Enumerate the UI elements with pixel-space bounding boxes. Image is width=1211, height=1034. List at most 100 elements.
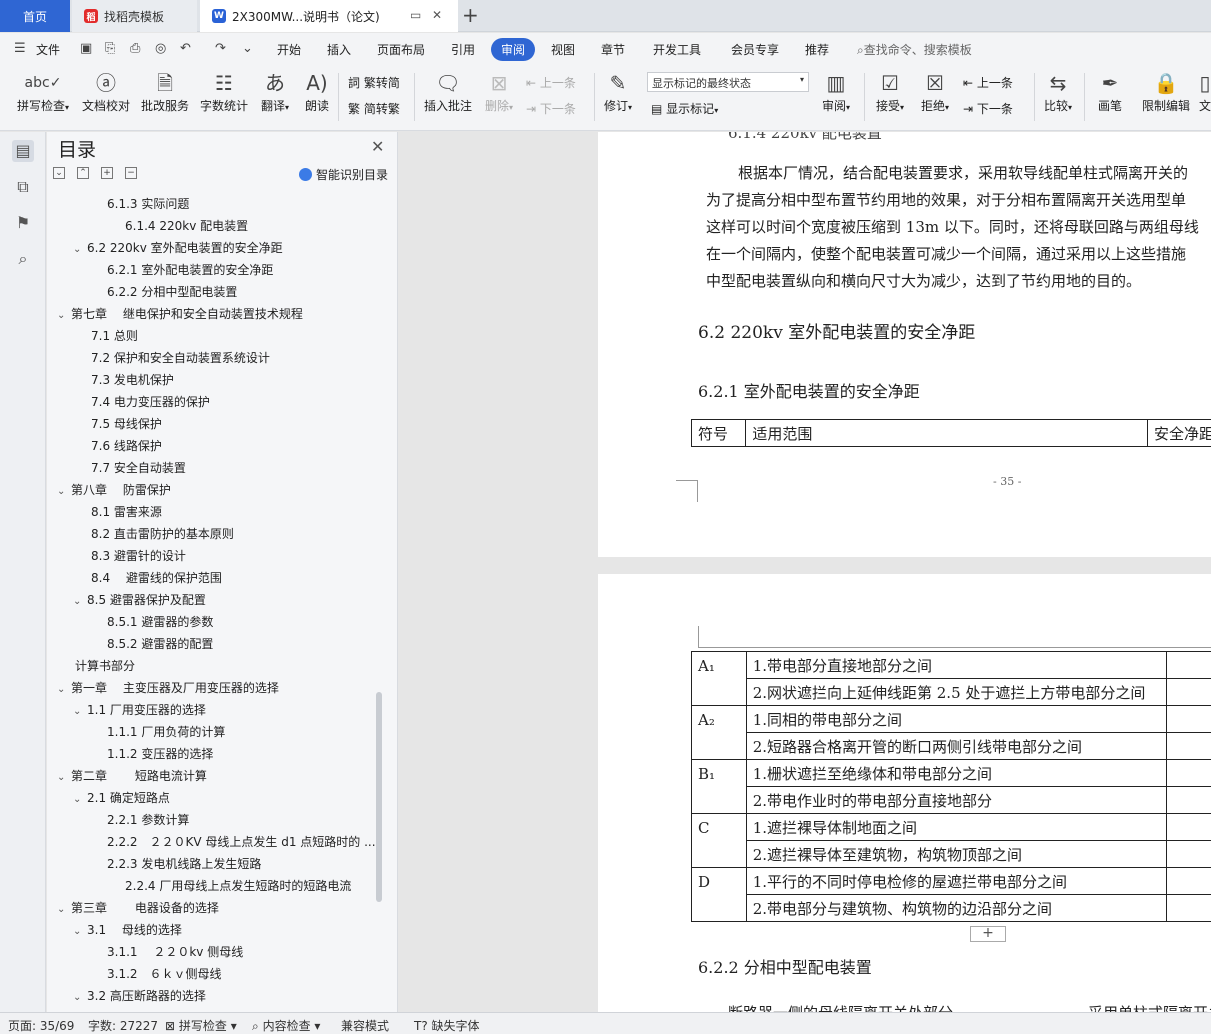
chevron-down-icon[interactable]: ⌄ xyxy=(73,926,87,937)
next-comment-button[interactable]: ⇥ 下一条 xyxy=(526,100,576,117)
word-count-indicator[interactable]: 字数: 27227 xyxy=(88,1017,158,1034)
toc-item[interactable]: 7.2 保护和安全自动装置系统设计 xyxy=(91,349,270,367)
spell-check-status[interactable]: ⊠ 拼写检查 ▾ xyxy=(165,1017,237,1034)
toc-item[interactable]: 6.1.4 220kv 配电装置 xyxy=(125,217,248,235)
delete-comment-button[interactable]: ⊠ 删除▾ xyxy=(482,69,516,114)
toc-item[interactable]: 7.1 总则 xyxy=(91,327,138,345)
prev-comment-button[interactable]: ⇤ 上一条 xyxy=(526,74,576,91)
menu-developer[interactable]: 开发工具 xyxy=(653,41,701,58)
export-pdf-icon[interactable]: ⎘ xyxy=(105,41,115,56)
add-row-button[interactable]: + xyxy=(970,926,1006,942)
toc-item[interactable]: 7.6 线路保护 xyxy=(91,437,162,455)
command-search[interactable]: ⌕查找命令、搜索模板 xyxy=(857,41,972,58)
content-check-status[interactable]: ⌕ 内容检查 ▾ xyxy=(252,1017,320,1034)
chevron-down-icon[interactable]: ⌄ xyxy=(73,244,87,255)
redo-icon[interactable]: ↷ xyxy=(215,41,226,56)
toc-item[interactable]: ⌄ 第七章 继电保护和安全自动装置技术规程 xyxy=(57,305,303,323)
bookmark-icon[interactable]: ⚑ xyxy=(12,212,34,234)
toc-item[interactable]: 8.3 避雷针的设计 xyxy=(91,547,186,565)
toc-item[interactable]: 2.2.2 ２２０KV 母线上点发生 d1 点短路时的 ... xyxy=(107,833,376,851)
hamburger-menu-icon[interactable]: ☰ xyxy=(14,41,26,56)
trad-to-simp-button[interactable]: 詞 繁转简 xyxy=(348,74,400,91)
toc-item[interactable]: ⌄ 3.2 高压断路器的选择 xyxy=(73,987,206,1005)
toc-item[interactable]: ⌄ 1.1 厂用变压器的选择 xyxy=(73,701,206,719)
toc-item[interactable]: 7.7 安全自动装置 xyxy=(91,459,186,477)
toc-item[interactable]: 8.2 直击雷防护的基本原则 xyxy=(91,525,234,543)
collapse-all-icon[interactable]: ⌄ xyxy=(53,167,65,179)
save-icon[interactable]: ▣ xyxy=(80,41,92,56)
menu-review[interactable]: 审阅 xyxy=(491,38,536,61)
menu-page-layout[interactable]: 页面布局 xyxy=(377,41,425,58)
toc-item[interactable]: 6.1.3 实际问题 xyxy=(107,195,189,213)
toc-item[interactable]: 8.5.1 避雷器的参数 xyxy=(107,613,213,631)
new-tab-plus-icon[interactable]: + xyxy=(462,3,479,27)
chevron-down-icon[interactable]: ⌄ xyxy=(57,684,71,695)
menu-start[interactable]: 开始 xyxy=(277,41,301,58)
compare-button[interactable]: ⇆ 比较▾ xyxy=(1040,69,1076,114)
pen-button[interactable]: ✒ 画笔 xyxy=(1094,69,1126,114)
toc-item[interactable]: 2.2.1 参数计算 xyxy=(107,811,189,829)
toc-item[interactable]: ⌄ 3.1 母线的选择 xyxy=(73,921,182,939)
tab-template[interactable]: 稻 找稻壳模板 xyxy=(72,0,197,32)
print-preview-icon[interactable]: ◎ xyxy=(155,41,166,56)
toc-panel-icon[interactable]: ▤ xyxy=(12,140,34,162)
toc-item[interactable]: 7.3 发电机保护 xyxy=(91,371,174,389)
toc-item[interactable]: 8.4 避雷线的保护范围 xyxy=(91,569,222,587)
add-heading-icon[interactable]: + xyxy=(101,167,113,179)
toc-item[interactable]: 8.1 雷害来源 xyxy=(91,503,162,521)
next-change-button[interactable]: ⇥ 下一条 xyxy=(963,100,1013,117)
toc-item[interactable]: ⌄ 2.1 确定短路点 xyxy=(73,789,170,807)
tab-monitor-icon[interactable]: ▭ xyxy=(410,8,421,22)
menu-insert[interactable]: 插入 xyxy=(327,41,351,58)
toc-item[interactable]: 2.2.4 厂用母线上点发生短路时的短路电流 xyxy=(125,877,351,895)
restrict-edit-button[interactable]: 🔒 限制编辑 xyxy=(1140,69,1192,114)
toc-item[interactable]: 3.1.2 ６ｋｖ侧母线 xyxy=(107,965,222,983)
proofread-button[interactable]: ⓐ 文档校对 xyxy=(81,69,131,114)
chevron-down-icon[interactable]: ⌄ xyxy=(73,794,87,805)
tab-close-icon[interactable]: ✕ xyxy=(432,8,442,22)
toc-item[interactable]: ⌄ 第八章 防雷保护 xyxy=(57,481,171,499)
chevron-down-icon[interactable]: ⌄ xyxy=(57,772,71,783)
prev-change-button[interactable]: ⇤ 上一条 xyxy=(963,74,1013,91)
smart-toc-button[interactable]: 智能识别目录 xyxy=(299,166,388,183)
toc-item[interactable]: ⌄ 第一章 主变压器及厂用变压器的选择 xyxy=(57,679,279,697)
chevron-down-icon[interactable]: ⌄ xyxy=(57,310,71,321)
show-markup-button[interactable]: ▤ 显示标记▾ xyxy=(651,100,718,117)
menu-view[interactable]: 视图 xyxy=(551,41,575,58)
undo-icon[interactable]: ↶ xyxy=(180,41,191,56)
chevron-down-icon[interactable]: ⌄ xyxy=(57,904,71,915)
batch-service-button[interactable]: 🗎 批改服务 xyxy=(140,69,190,114)
toc-item[interactable]: 1.1.2 变压器的选择 xyxy=(107,745,213,763)
toc-item[interactable]: 1.1.1 厂用负荷的计算 xyxy=(107,723,225,741)
markup-mode-select[interactable]: 显示标记的最终状态 ▾ xyxy=(647,72,809,92)
chevron-down-icon[interactable]: ⌄ xyxy=(73,706,87,717)
more-ribbon-button[interactable]: ▯ 文 xyxy=(1199,69,1211,114)
chevron-down-icon[interactable]: ⌄ xyxy=(73,992,87,1003)
spell-check-button[interactable]: abc✓ 拼写检查▾ xyxy=(12,69,74,114)
toc-item[interactable]: 6.2.1 室外配电装置的安全净距 xyxy=(107,261,273,279)
read-aloud-button[interactable]: A) 朗读 xyxy=(302,69,332,114)
chevron-down-icon[interactable]: ⌄ xyxy=(57,486,71,497)
menu-recommend[interactable]: 推荐 xyxy=(805,41,829,58)
insert-comment-button[interactable]: 🗨 插入批注 xyxy=(422,69,474,114)
toc-item[interactable]: 2.2.3 发电机线路上发生短路 xyxy=(107,855,261,873)
missing-font-status[interactable]: T? 缺失字体 xyxy=(414,1017,480,1034)
toc-item[interactable]: ⌄ 第三章 电器设备的选择 xyxy=(57,899,219,917)
menu-member[interactable]: 会员专享 xyxy=(731,41,779,58)
toc-item[interactable]: 8.5.2 避雷器的配置 xyxy=(107,635,213,653)
toc-scrollbar[interactable] xyxy=(376,692,382,902)
translate-button[interactable]: あ 翻译▾ xyxy=(258,69,292,114)
toc-item[interactable]: 7.4 电力变压器的保护 xyxy=(91,393,210,411)
reject-button[interactable]: ☒ 拒绝▾ xyxy=(917,69,953,114)
toc-item[interactable]: 3.1.1 ２２０kv 侧母线 xyxy=(107,943,243,961)
accept-button[interactable]: ☑ 接受▾ xyxy=(872,69,908,114)
toc-item[interactable]: 7.5 母线保护 xyxy=(91,415,162,433)
close-icon[interactable]: ✕ xyxy=(371,137,384,156)
toc-item[interactable]: ⌄ 6.2 220kv 室外配电装置的安全净距 xyxy=(73,239,283,257)
word-count-button[interactable]: ☷ 字数统计 xyxy=(199,69,249,114)
page-indicator[interactable]: 页面: 35/69 xyxy=(8,1017,74,1034)
simp-to-trad-button[interactable]: 繁 简转繁 xyxy=(348,100,400,117)
remove-heading-icon[interactable]: − xyxy=(125,167,137,179)
toc-item[interactable]: 6.2.2 分相中型配电装置 xyxy=(107,283,237,301)
chevron-down-icon[interactable]: ⌄ xyxy=(73,596,87,607)
